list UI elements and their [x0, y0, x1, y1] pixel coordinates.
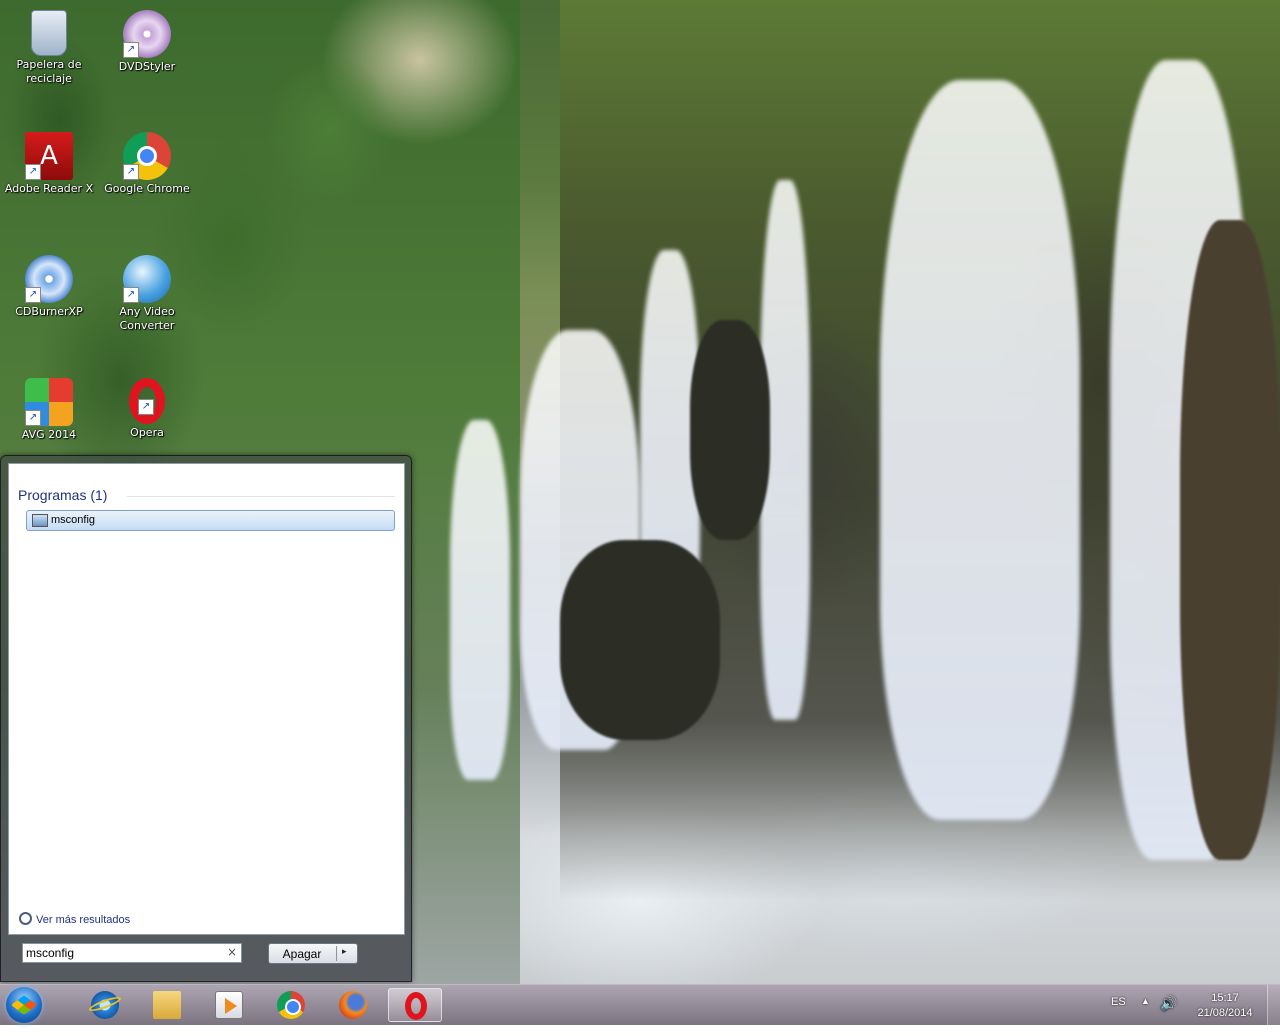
desktop-icon-label: CDBurnerXP [15, 305, 83, 318]
desktop-icon-label: Google Chrome [104, 182, 190, 195]
start-search-box[interactable]: × [22, 943, 242, 963]
language-indicator[interactable]: ES [1111, 996, 1126, 1036]
avg-icon: ↗ [25, 378, 73, 426]
recycle-bin-icon [31, 10, 67, 56]
taskbar-internet-explorer[interactable] [78, 988, 132, 1022]
opera-icon [405, 992, 427, 1020]
shutdown-button[interactable]: Apagar ▸ [268, 943, 358, 964]
taskbar-firefox[interactable] [326, 988, 380, 1022]
volume-icon[interactable]: 🔊 [1160, 995, 1177, 1035]
adobe-reader-icon: A ↗ [25, 132, 73, 180]
result-item-msconfig[interactable]: msconfig [26, 510, 395, 531]
desktop-icon-avg[interactable]: ↗ AVG 2014 [0, 378, 98, 442]
clock-date: 21/08/2014 [1197, 1007, 1253, 1019]
shutdown-divider [336, 946, 337, 961]
group-divider [127, 496, 395, 497]
start-search-input[interactable] [26, 945, 216, 961]
media-player-icon [215, 991, 243, 1019]
taskbar-opera[interactable] [388, 988, 442, 1022]
see-more-results-label: Ver más resultados [36, 914, 131, 926]
desktop-icon-recycle-bin[interactable]: Papelera de reciclaje [0, 10, 98, 86]
chrome-icon [277, 991, 305, 1019]
wallpaper-rock [690, 320, 770, 540]
opera-icon: ↗ [129, 378, 165, 424]
taskbar-google-chrome[interactable] [264, 988, 318, 1022]
firefox-icon [339, 991, 367, 1019]
result-item-label: msconfig [51, 514, 96, 526]
desktop-icon-google-chrome[interactable]: ↗ Google Chrome [98, 132, 196, 196]
shutdown-options-arrow-icon[interactable]: ▸ [342, 946, 347, 957]
waterfall-stream [880, 80, 1080, 820]
taskbar-windows-explorer[interactable] [140, 988, 194, 1022]
desktop-icon-label: Adobe Reader X [4, 182, 94, 195]
desktop-icon-label: AVG 2014 [21, 428, 77, 441]
taskbar: ES ▲ 🔊 15:17 21/08/2014 [0, 984, 1280, 1025]
desktop-icon-label: Any Video Converter [119, 305, 175, 332]
shutdown-label[interactable]: Apagar [269, 947, 335, 961]
clock-time: 15:17 [1211, 992, 1239, 1004]
search-icon [19, 912, 32, 925]
desktop-icon-cdburnerxp[interactable]: ↗ CDBurnerXP [0, 255, 98, 319]
dvdstyler-icon: ↗ [123, 10, 171, 58]
any-video-converter-icon: ↗ [123, 255, 171, 303]
desktop-icon-label: Papelera de reciclaje [16, 58, 82, 85]
waterfall-stream [450, 420, 510, 780]
clock[interactable]: 15:17 21/08/2014 [1190, 991, 1260, 1031]
taskbar-windows-media-player[interactable] [202, 988, 256, 1022]
start-button[interactable] [6, 987, 42, 1023]
desktop-icon-dvdstyler[interactable]: ↗ DVDStyler [98, 10, 196, 74]
see-more-results-link[interactable]: Ver más resultados [19, 912, 130, 926]
msconfig-icon [32, 514, 48, 527]
wallpaper-rock [560, 540, 720, 740]
show-desktop-button[interactable] [1267, 985, 1280, 1025]
search-results-panel: Programas (1) msconfig Ver más resultado… [8, 463, 405, 935]
desktop-icon-label: DVDStyler [118, 60, 176, 73]
internet-explorer-icon [91, 991, 119, 1019]
desktop-icon-adobe-reader[interactable]: A ↗ Adobe Reader X [0, 132, 98, 196]
start-menu: Programas (1) msconfig Ver más resultado… [0, 455, 412, 982]
desktop-icon-opera[interactable]: ↗ Opera [98, 378, 196, 440]
folder-icon [153, 991, 181, 1019]
results-group-heading[interactable]: Programas (1) [18, 487, 107, 503]
show-hidden-icons-arrow-icon[interactable]: ▲ [1141, 996, 1150, 1036]
desktop-icon-any-video-converter[interactable]: ↗ Any Video Converter [98, 255, 196, 333]
desktop-icon-label: Opera [130, 426, 164, 439]
clear-search-icon[interactable]: × [227, 945, 237, 959]
chrome-icon: ↗ [123, 132, 171, 180]
wallpaper-rock [1180, 220, 1280, 860]
cdburnerxp-icon: ↗ [25, 255, 73, 303]
